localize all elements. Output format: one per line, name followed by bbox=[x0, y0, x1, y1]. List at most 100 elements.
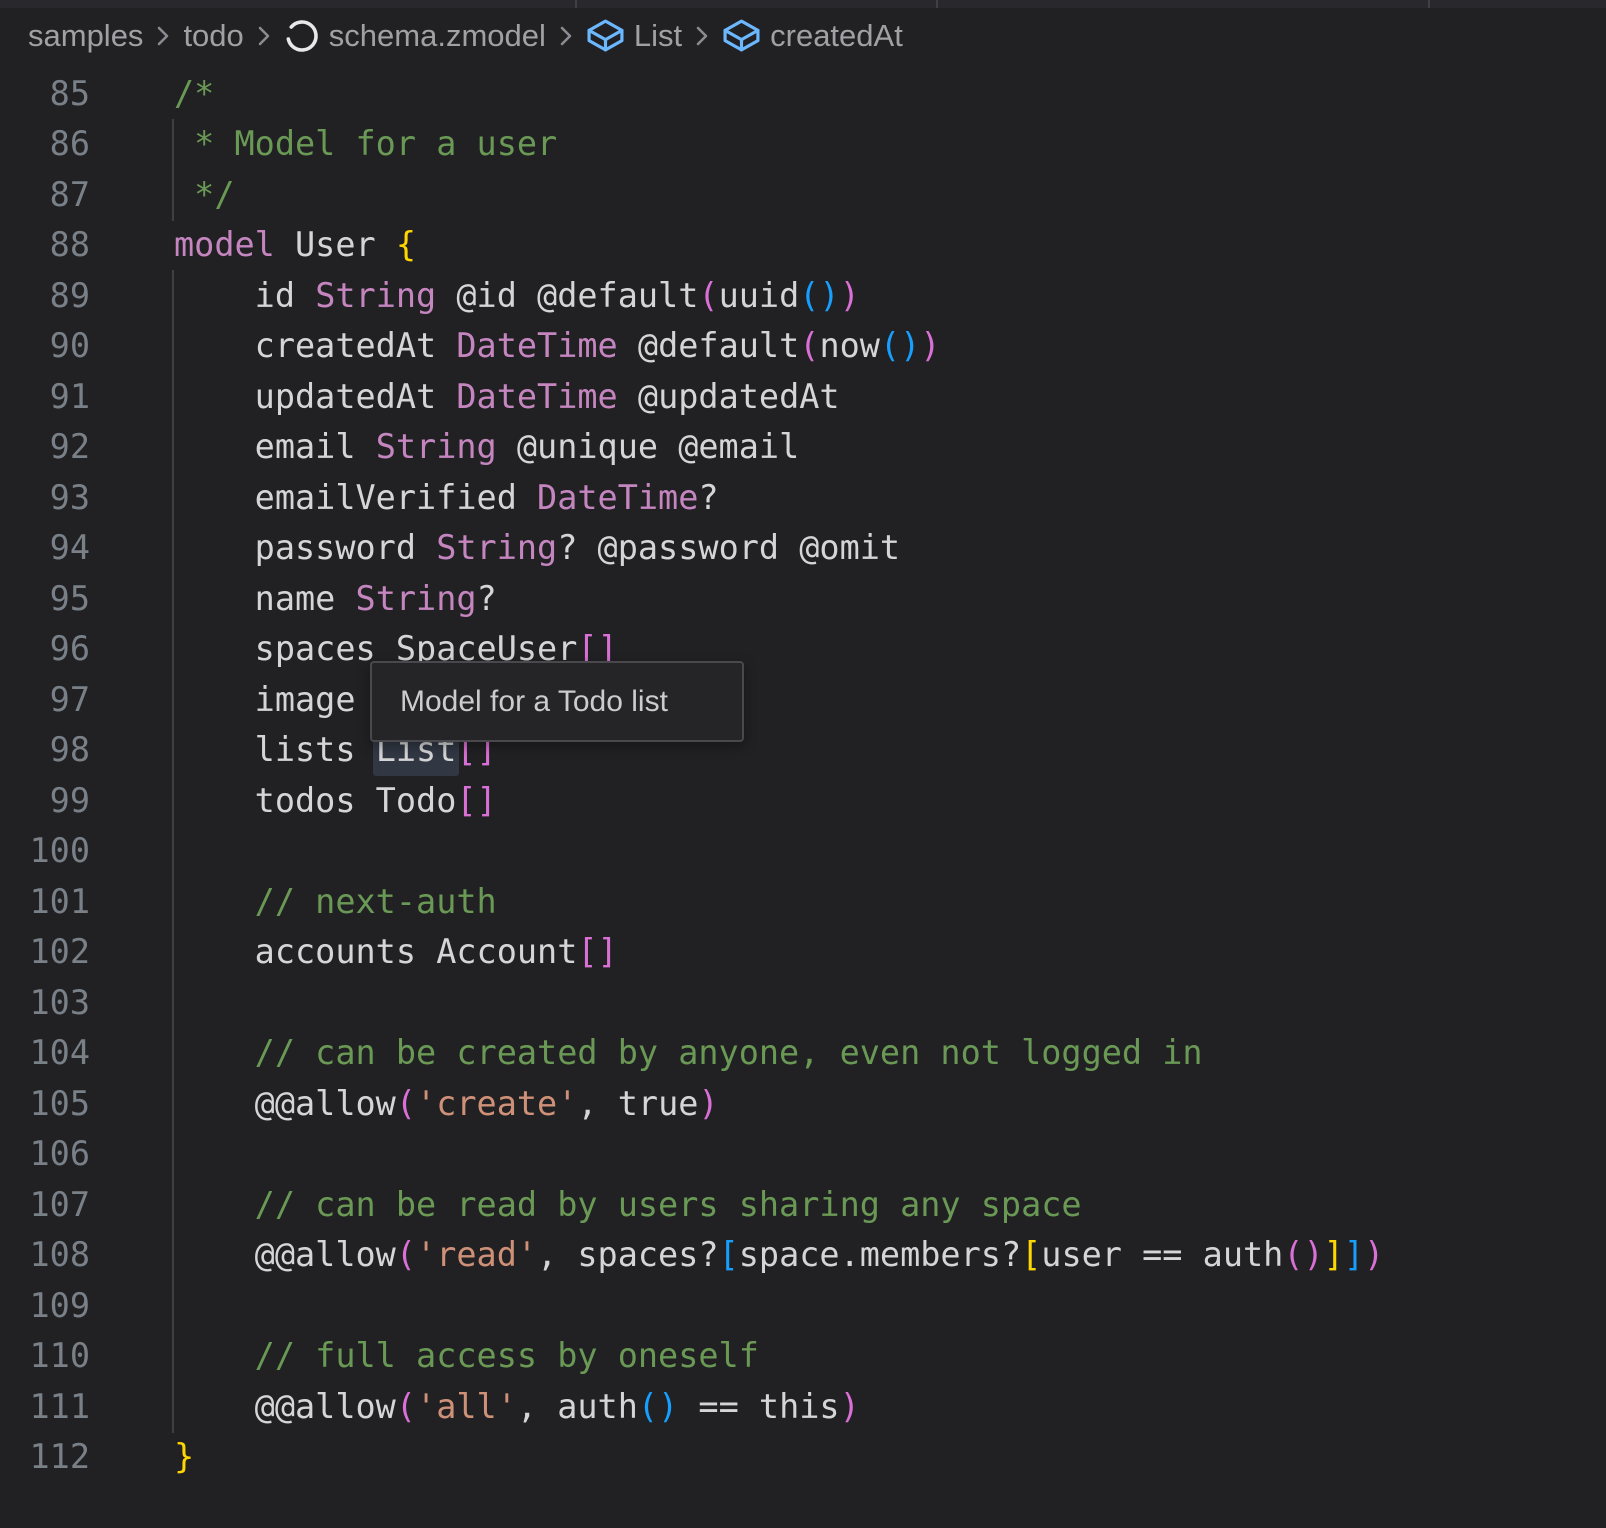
code-line-text: // can be created by anyone, even not lo… bbox=[174, 1028, 1203, 1079]
line-number: 97 bbox=[0, 675, 90, 726]
code-line[interactable]: 100 bbox=[0, 826, 1606, 877]
line-number: 109 bbox=[0, 1281, 90, 1332]
line-number: 103 bbox=[0, 978, 90, 1029]
code-line[interactable]: 95 name String? bbox=[0, 574, 1606, 625]
line-number: 89 bbox=[0, 271, 90, 322]
code-editor[interactable]: 85/*86 * Model for a user87 */88model Us… bbox=[0, 64, 1606, 1528]
line-number: 106 bbox=[0, 1129, 90, 1180]
line-number: 112 bbox=[0, 1432, 90, 1483]
code-line-text: updatedAt DateTime @updatedAt bbox=[174, 372, 840, 423]
line-number: 90 bbox=[0, 321, 90, 372]
line-number: 93 bbox=[0, 473, 90, 524]
code-line[interactable]: 93 emailVerified DateTime? bbox=[0, 473, 1606, 524]
code-line[interactable]: 90 createdAt DateTime @default(now()) bbox=[0, 321, 1606, 372]
tab-separator bbox=[575, 0, 577, 8]
code-line-text: */ bbox=[174, 170, 235, 221]
line-number: 104 bbox=[0, 1028, 90, 1079]
loading-spinner-icon bbox=[284, 18, 320, 54]
code-line[interactable]: 98 lists List[] bbox=[0, 725, 1606, 776]
breadcrumb-item-schema-zmodel[interactable]: schema.zmodel bbox=[284, 18, 546, 54]
symbol-class-icon bbox=[722, 18, 761, 55]
chevron-right-icon bbox=[154, 21, 172, 51]
line-number: 95 bbox=[0, 574, 90, 625]
line-number: 101 bbox=[0, 877, 90, 928]
line-number: 88 bbox=[0, 220, 90, 271]
chevron-right-icon bbox=[255, 21, 273, 51]
vscode-editor-window: samples todo schema.zmodel List createdAt 85… bbox=[0, 0, 1606, 1528]
code-line-text: // can be read by users sharing any spac… bbox=[174, 1180, 1082, 1231]
code-line-text: emailVerified DateTime? bbox=[174, 473, 719, 524]
code-line-text: @@allow('all', auth() == this) bbox=[174, 1382, 860, 1433]
line-number: 98 bbox=[0, 725, 90, 776]
hover-tooltip: Model for a Todo list bbox=[370, 661, 744, 742]
code-line-text: createdAt DateTime @default(now()) bbox=[174, 321, 940, 372]
code-line-text: model User { bbox=[174, 220, 416, 271]
code-line[interactable]: 101 // next-auth bbox=[0, 877, 1606, 928]
code-line[interactable]: 91 updatedAt DateTime @updatedAt bbox=[0, 372, 1606, 423]
code-line[interactable]: 108 @@allow('read', spaces?[space.member… bbox=[0, 1230, 1606, 1281]
code-line[interactable]: 99 todos Todo[] bbox=[0, 776, 1606, 827]
breadcrumb-label: todo bbox=[183, 18, 243, 54]
breadcrumb: samples todo schema.zmodel List createdAt bbox=[28, 8, 1606, 64]
chevron-right-icon bbox=[557, 21, 575, 51]
breadcrumb-label: List bbox=[634, 18, 682, 54]
code-line[interactable]: 85 /* bbox=[0, 69, 1606, 120]
code-line-text: password String? @password @omit bbox=[174, 523, 900, 574]
line-number: 110 bbox=[0, 1331, 90, 1382]
line-number: 100 bbox=[0, 826, 90, 877]
code-line[interactable]: 112} bbox=[0, 1432, 1606, 1483]
code-line-text: } bbox=[174, 1432, 194, 1483]
code-line-text: image bbox=[174, 675, 356, 726]
code-line[interactable]: 97 image bbox=[0, 675, 1606, 726]
line-number: 94 bbox=[0, 523, 90, 574]
tab-separator bbox=[936, 0, 938, 8]
code-line[interactable]: 88 model User { bbox=[0, 220, 1606, 271]
code-line-text: @@allow('create', true) bbox=[174, 1079, 719, 1130]
code-line[interactable]: 109 bbox=[0, 1281, 1606, 1332]
breadcrumb-item-samples[interactable]: samples bbox=[28, 18, 143, 54]
code-line[interactable]: 103 bbox=[0, 978, 1606, 1029]
hover-tooltip-text: Model for a Todo list bbox=[400, 685, 668, 719]
code-line-text: email String @unique @email bbox=[174, 422, 799, 473]
code-line[interactable]: 104 // can be created by anyone, even no… bbox=[0, 1028, 1606, 1079]
symbol-class-icon bbox=[586, 18, 625, 55]
code-line-text: @@allow('read', spaces?[space.members?[u… bbox=[174, 1230, 1384, 1281]
breadcrumb-item-createdat[interactable]: createdAt bbox=[722, 18, 903, 55]
code-line[interactable]: 102 accounts Account[] bbox=[0, 927, 1606, 978]
breadcrumb-label: schema.zmodel bbox=[329, 18, 546, 54]
code-line-text: todos Todo[] bbox=[174, 776, 497, 827]
line-number: 96 bbox=[0, 624, 90, 675]
code-line[interactable]: 92 email String @unique @email bbox=[0, 422, 1606, 473]
code-line-text: /* bbox=[174, 69, 214, 120]
code-line[interactable]: 107 // can be read by users sharing any … bbox=[0, 1180, 1606, 1231]
code-line-text: // full access by oneself bbox=[174, 1331, 759, 1382]
code-line-text: id String @id @default(uuid()) bbox=[174, 271, 860, 322]
code-line[interactable]: 105 @@allow('create', true) bbox=[0, 1079, 1606, 1130]
code-line[interactable]: 89 id String @id @default(uuid()) bbox=[0, 271, 1606, 322]
line-number: 102 bbox=[0, 927, 90, 978]
breadcrumb-item-todo[interactable]: todo bbox=[183, 18, 243, 54]
code-line[interactable]: 94 password String? @password @omit bbox=[0, 523, 1606, 574]
code-line[interactable]: 111 @@allow('all', auth() == this) bbox=[0, 1382, 1606, 1433]
code-line[interactable]: 110 // full access by oneself bbox=[0, 1331, 1606, 1382]
tab-bar-bottom-strip bbox=[0, 0, 1606, 8]
code-line[interactable]: 87 */ bbox=[0, 170, 1606, 221]
code-line[interactable]: 106 bbox=[0, 1129, 1606, 1180]
code-line[interactable]: 96 spaces SpaceUser[] bbox=[0, 624, 1606, 675]
code-line[interactable]: 86 * Model for a user bbox=[0, 119, 1606, 170]
code-line-text: accounts Account[] bbox=[174, 927, 618, 978]
line-number: 92 bbox=[0, 422, 90, 473]
indent-guide bbox=[172, 270, 174, 1433]
line-number: 107 bbox=[0, 1180, 90, 1231]
line-number: 105 bbox=[0, 1079, 90, 1130]
code-line-text: name String? bbox=[174, 574, 497, 625]
code-line-text: // next-auth bbox=[174, 877, 497, 928]
line-number: 111 bbox=[0, 1382, 90, 1433]
line-number: 108 bbox=[0, 1230, 90, 1281]
indent-guide bbox=[172, 119, 174, 221]
line-number: 99 bbox=[0, 776, 90, 827]
breadcrumb-label: createdAt bbox=[770, 18, 903, 54]
line-number: 85 bbox=[0, 69, 90, 120]
breadcrumb-item-list[interactable]: List bbox=[586, 18, 682, 55]
line-number: 87 bbox=[0, 170, 90, 221]
